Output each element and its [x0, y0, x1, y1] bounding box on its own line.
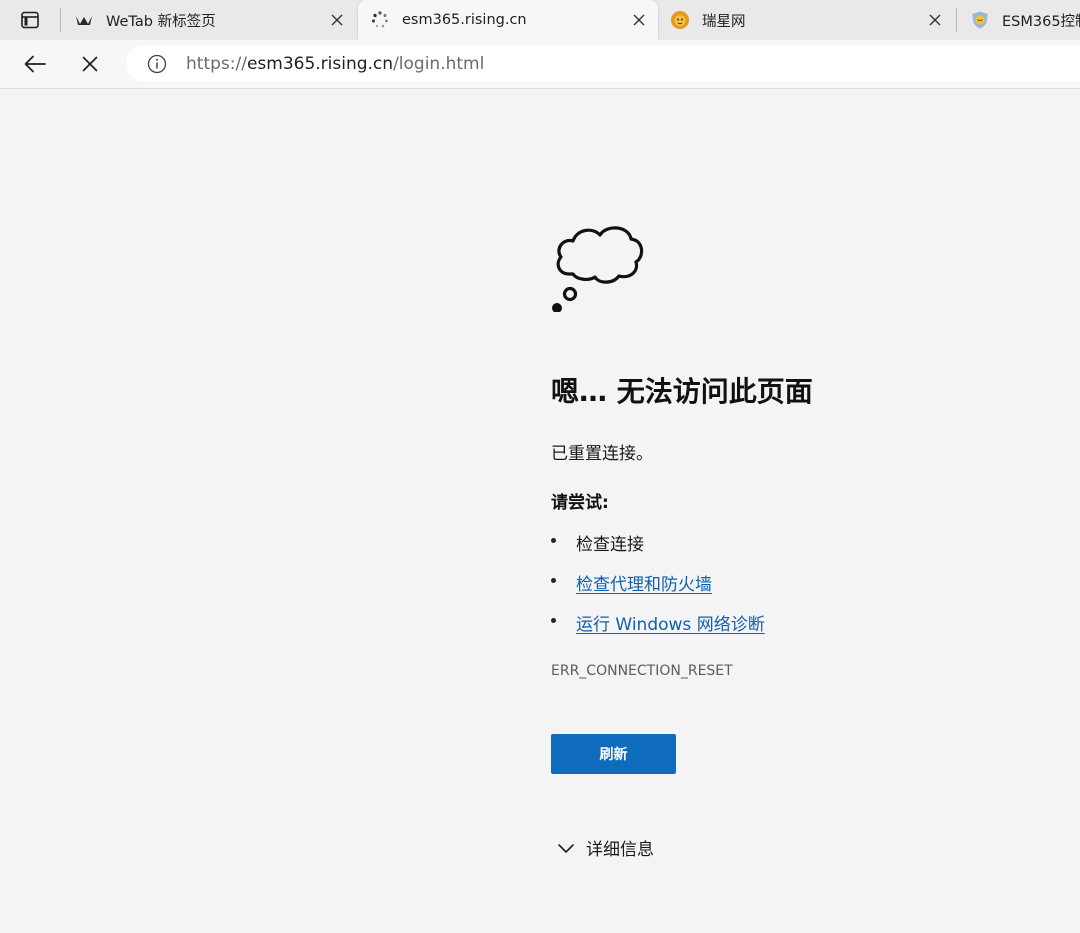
close-icon — [929, 14, 941, 26]
error-heading: 嗯… 无法访问此页面 — [551, 375, 813, 408]
tab-title: 瑞星网 — [702, 13, 746, 30]
navigation-toolbar: https://esm365.rising.cn/login.html — [0, 40, 1080, 89]
back-button[interactable] — [20, 50, 50, 78]
url-text[interactable]: https://esm365.rising.cn/login.html — [186, 54, 484, 74]
tab-close-button[interactable] — [926, 11, 944, 29]
close-icon — [633, 14, 645, 26]
tab-rising[interactable]: 瑞星网 — [658, 0, 954, 40]
url-path: /login.html — [393, 53, 485, 74]
bullet — [551, 538, 556, 543]
tab-strip: WeTab 新标签页 esm365.rising.cn 瑞星网 ESM365控 — [0, 0, 1080, 40]
chevron-down-icon — [557, 839, 575, 857]
arrow-left-icon — [24, 55, 46, 73]
site-info-button[interactable] — [146, 53, 168, 75]
tab-close-button[interactable] — [630, 11, 648, 29]
details-toggle[interactable]: 详细信息 — [557, 835, 654, 860]
network-diagnostics-link[interactable]: 运行 Windows 网络诊断 — [576, 610, 765, 635]
url-host: esm365.rising.cn — [246, 53, 394, 74]
tab-separator — [60, 8, 61, 32]
tab-wetab[interactable]: WeTab 新标签页 — [62, 0, 356, 40]
details-label: 详细信息 — [586, 840, 654, 860]
esm365-shield-icon — [970, 10, 990, 30]
refresh-button[interactable]: 刷新 — [551, 734, 676, 774]
rising-lion-icon — [670, 10, 690, 30]
tab-actions-button[interactable] — [8, 6, 52, 34]
close-icon — [82, 56, 98, 72]
info-icon — [147, 54, 167, 73]
tab-title: esm365.rising.cn — [402, 12, 527, 28]
url-scheme: https:// — [186, 53, 247, 74]
tab-title: WeTab 新标签页 — [106, 13, 216, 30]
tab-actions-icon — [21, 11, 39, 29]
tab-title: ESM365控制 — [1002, 13, 1080, 30]
wetab-crown-icon — [74, 10, 94, 30]
suggestion-text: 检查连接 — [576, 535, 644, 555]
tab-esm365-login[interactable]: esm365.rising.cn — [358, 0, 658, 40]
error-message: 已重置连接。 — [551, 444, 653, 464]
check-proxy-firewall-link[interactable]: 检查代理和防火墙 — [576, 570, 712, 595]
stop-loading-button[interactable] — [75, 50, 105, 78]
bullet — [551, 578, 556, 583]
loading-spinner-icon — [370, 10, 390, 30]
tab-separator — [956, 8, 957, 32]
address-bar[interactable]: https://esm365.rising.cn/login.html — [126, 45, 1080, 82]
tab-esm365-console[interactable]: ESM365控制 — [958, 0, 1080, 40]
thought-cloud-icon — [552, 226, 644, 312]
error-code: ERR_CONNECTION_RESET — [551, 663, 733, 679]
tab-close-button[interactable] — [328, 11, 346, 29]
close-icon — [331, 14, 343, 26]
try-label: 请尝试: — [551, 493, 609, 513]
bullet — [551, 618, 556, 623]
